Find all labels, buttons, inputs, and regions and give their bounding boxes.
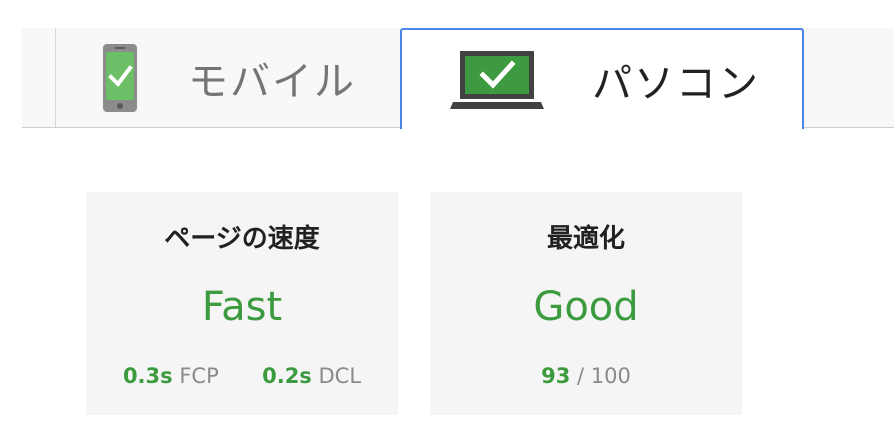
optimization-card: 最適化 Good 93 / 100 bbox=[430, 192, 742, 415]
optimization-score: 93 / 100 bbox=[430, 364, 742, 388]
page-speed-metrics: 0.3s FCP 0.2s DCL bbox=[86, 364, 398, 388]
laptop-icon bbox=[450, 50, 544, 109]
tab-desktop[interactable]: パソコン bbox=[400, 28, 804, 129]
page-speed-title: ページの速度 bbox=[164, 224, 320, 254]
optimization-rating: Good bbox=[533, 284, 639, 330]
optimization-score-max: / 100 bbox=[577, 364, 631, 388]
tab-mobile[interactable]: モバイル bbox=[56, 28, 400, 127]
mobile-phone-icon bbox=[103, 43, 137, 112]
tab-mobile-label: モバイル bbox=[188, 58, 356, 105]
dcl-value: 0.2s bbox=[262, 364, 312, 388]
page-speed-card: ページの速度 Fast 0.3s FCP 0.2s DCL bbox=[86, 192, 398, 415]
optimization-score-value: 93 bbox=[541, 364, 571, 388]
dcl-label: DCL bbox=[318, 364, 362, 388]
page-speed-rating: Fast bbox=[201, 284, 283, 330]
fcp-label: FCP bbox=[179, 364, 219, 388]
device-tabs: モバイル パソコン bbox=[22, 28, 894, 129]
optimization-title: 最適化 bbox=[546, 224, 625, 254]
fcp-value: 0.3s bbox=[122, 364, 173, 388]
tab-desktop-label: パソコン bbox=[592, 60, 760, 107]
